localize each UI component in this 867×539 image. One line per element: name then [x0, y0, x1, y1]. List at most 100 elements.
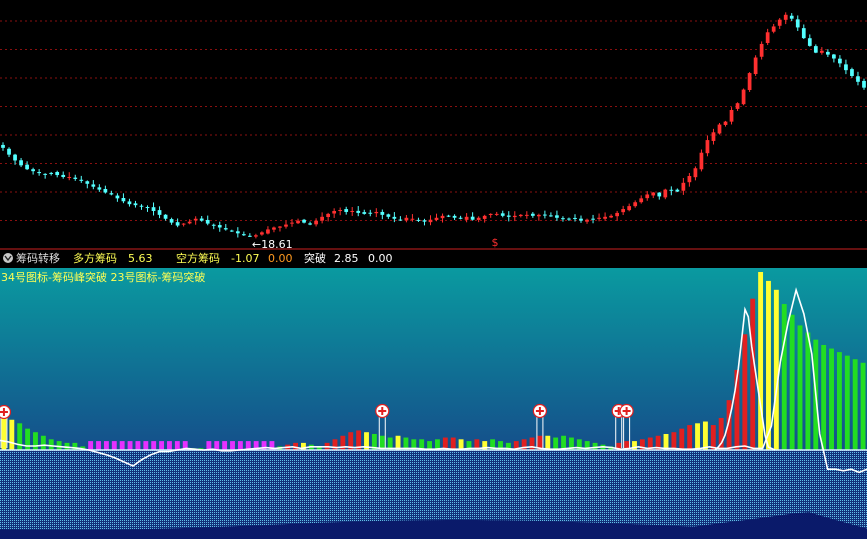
legend-short-label: 空方筹码: [176, 251, 220, 265]
candle-body: [488, 213, 493, 215]
candle-body: [169, 219, 174, 223]
candle-body: [368, 212, 373, 214]
candle-body: [591, 218, 595, 220]
indicator-bar: [860, 362, 866, 450]
candle-body: [217, 225, 222, 228]
candle-body: [151, 207, 156, 211]
candle-body: [241, 234, 246, 236]
candle-body: [398, 219, 403, 221]
indicator-bar: [127, 441, 133, 450]
indicator-bar: [836, 352, 842, 450]
candle-body: [67, 176, 72, 178]
candle-body: [193, 218, 198, 221]
candle-body: [771, 26, 776, 32]
candle-body: [633, 202, 638, 207]
candle-body: [338, 210, 343, 212]
indicator-bar: [529, 437, 535, 450]
legend-value-5: 0.00: [368, 252, 393, 265]
candle-body: [825, 51, 830, 55]
candle-body: [320, 216, 324, 221]
candle-body: [494, 213, 499, 215]
candle-body: [681, 182, 686, 191]
candle-body: [272, 227, 276, 230]
candle-body: [669, 189, 674, 191]
collapse-toggle[interactable]: [3, 253, 13, 263]
candle-body: [717, 124, 722, 134]
candle-body: [832, 54, 836, 59]
candle-body: [482, 215, 487, 219]
candle-body: [850, 69, 854, 76]
candle-body: [856, 76, 860, 82]
candle-body: [278, 226, 282, 228]
candle-body: [609, 215, 613, 218]
candle-body: [524, 214, 529, 216]
indicator-bar: [844, 355, 850, 450]
candle-body: [428, 219, 433, 223]
candle-body: [91, 184, 96, 187]
legend-long-label: 多方筹码: [73, 251, 117, 265]
candle-body: [115, 195, 120, 199]
candle-body: [31, 169, 35, 172]
candle-body: [43, 173, 48, 175]
indicator-bar: [40, 435, 46, 450]
indicator-bar: [9, 419, 15, 450]
candle-body: [555, 215, 559, 218]
candle-body: [705, 140, 710, 154]
price-pane: [0, 0, 867, 249]
indicator-bar: [230, 441, 235, 450]
indicator-bar: [789, 314, 795, 450]
indicator-bar: [797, 325, 803, 450]
indicator-bar: [96, 441, 101, 450]
indicator-bar: [214, 441, 220, 450]
candle-body: [663, 189, 668, 198]
indicator-bar: [758, 272, 764, 450]
candle-body: [49, 172, 54, 174]
candle-body: [675, 189, 680, 192]
candle-body: [314, 220, 318, 225]
candle-body: [374, 211, 379, 214]
indicator-bar: [237, 441, 243, 450]
indicator-bar: [119, 441, 125, 450]
stock-chart[interactable]: ←18.61 $ 筹码转移 多方筹码 5.63 空方筹码 -1.07 0.00 …: [0, 0, 867, 539]
indicator-bar: [72, 442, 78, 450]
candle-body: [145, 207, 150, 209]
candle-body: [205, 219, 210, 224]
candle-body: [561, 218, 565, 220]
candle-body: [19, 160, 23, 166]
legend-short-value: -1.07: [231, 252, 259, 265]
candle-body: [223, 228, 228, 230]
indicator-bar: [821, 344, 827, 450]
indicator-bar: [750, 298, 756, 450]
candle-body: [615, 212, 620, 217]
indicator-bar: [781, 304, 787, 450]
candle-body: [121, 197, 126, 202]
candle-body: [723, 121, 728, 125]
candle-body: [422, 220, 427, 222]
indicator-bar: [829, 348, 834, 450]
candle-body: [573, 217, 577, 219]
indicator-bar: [805, 332, 811, 450]
indicator-bar: [111, 441, 117, 450]
candle-body: [326, 213, 331, 217]
indicator-bar: [332, 439, 338, 450]
candle-body: [55, 171, 60, 176]
candle-body: [211, 224, 216, 226]
candle-body: [844, 64, 848, 71]
indicator-bar: [17, 423, 23, 450]
candle-body: [783, 14, 788, 20]
candle-body: [567, 218, 571, 220]
indicator-bar: [88, 441, 94, 450]
legend-break-label: 突破: [304, 251, 326, 265]
candle-body: [344, 209, 349, 212]
indicator-bar: [852, 359, 858, 450]
legend-long-value: 5.63: [128, 252, 153, 265]
candle-body: [440, 215, 445, 219]
candle-body: [133, 203, 138, 206]
chart-root: ←18.61 $ 筹码转移 多方筹码 5.63 空方筹码 -1.07 0.00 …: [0, 0, 867, 539]
candle-body: [296, 220, 300, 224]
indicator-bar: [553, 437, 559, 450]
candle-body: [543, 214, 547, 216]
indicator-bar: [33, 432, 38, 450]
candle-body: [260, 232, 264, 235]
indicator-bar: [773, 289, 779, 450]
